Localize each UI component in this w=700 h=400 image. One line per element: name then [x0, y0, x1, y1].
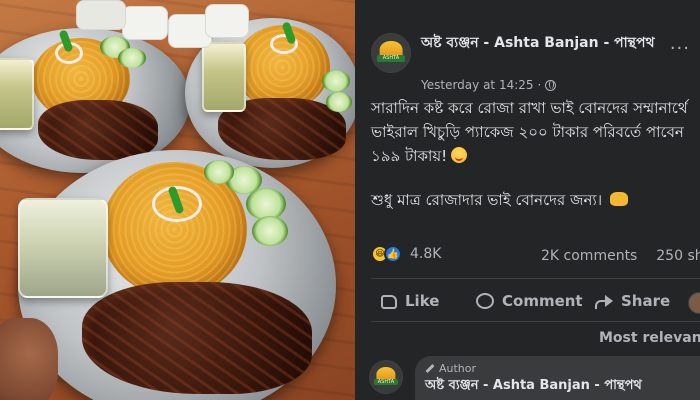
post-stats: 2K comments 250 shares — [541, 248, 700, 264]
post-body-text-2: শুধু মাত্র রোজাদার ভাই বোনদের জন্য। — [371, 191, 603, 209]
page-name[interactable]: অষ্ট ব্যঞ্জন - Ashta Banjan - পান্থপথ — [421, 34, 671, 53]
cucumber-slice — [118, 48, 146, 68]
cucumber-slice — [252, 216, 288, 246]
cucumber-slice — [204, 160, 234, 184]
post-actions: Like Comment Share — [371, 283, 700, 319]
beef-bhuna — [82, 282, 312, 394]
hand — [0, 318, 58, 400]
comment-author-name[interactable]: অষ্ট ব্যঞ্জন - Ashta Banjan - পান্থপথ — [425, 376, 642, 397]
comment-sort-dropdown[interactable]: Most relevant — [599, 330, 700, 346]
post-photo[interactable] — [0, 0, 355, 400]
pen-icon — [425, 363, 435, 374]
reaction-count: 4.8K — [410, 246, 442, 262]
like-label: Like — [405, 292, 440, 310]
page-avatar[interactable]: ASHTA — [371, 33, 411, 73]
like-button[interactable]: Like — [381, 292, 439, 310]
cucumber-slice — [326, 92, 352, 112]
meta-separator: · — [537, 78, 542, 92]
smiling-face-icon — [451, 147, 468, 163]
globe-icon[interactable] — [545, 79, 557, 91]
share-button[interactable]: Share — [595, 292, 670, 310]
logo-text: ASHTA — [373, 378, 399, 385]
praying-hands-icon — [610, 192, 629, 206]
more-icon[interactable]: ··· — [670, 38, 690, 59]
chutney-cup — [122, 6, 168, 40]
comment-button[interactable]: Comment — [476, 292, 583, 310]
author-badge: Author — [425, 362, 476, 375]
lassi-glass — [202, 42, 246, 112]
author-badge-label: Author — [439, 362, 477, 375]
share-count[interactable]: 250 shares — [656, 248, 700, 264]
chutney-cup — [205, 4, 249, 38]
comment-bubble: Author অষ্ট ব্যঞ্জন - Ashta Banjan - পান… — [415, 356, 700, 400]
share-label: Share — [621, 292, 671, 310]
post-body-2: শুধু মাত্র রোজাদার ভাই বোনদের জন্য। — [371, 189, 700, 211]
lassi-glass — [0, 58, 34, 130]
logo-text: ASHTA — [376, 54, 406, 63]
thumb-up-icon — [381, 295, 397, 309]
divider-bottom — [371, 321, 700, 322]
comment-label: Comment — [502, 292, 583, 310]
comment-count[interactable]: 2K comments — [541, 248, 637, 264]
cucumber-slice — [322, 70, 350, 92]
post-body: সারাদিন কষ্ট করে রোজা রাখা ভাই বোনদের সম… — [371, 96, 700, 168]
divider-top — [371, 278, 700, 279]
beef-bhuna — [38, 100, 158, 160]
cucumber-slice — [246, 188, 286, 220]
reaction-summary[interactable]: 😆 👍 4.8K — [371, 245, 441, 263]
post-meta: Yesterday at 14:25 · — [421, 78, 557, 92]
post-timestamp[interactable]: Yesterday at 14:25 — [421, 78, 534, 92]
post-body-text: সারাদিন কষ্ট করে রোজা রাখা ভাই বোনদের সম… — [371, 99, 688, 165]
share-icon — [595, 294, 613, 309]
salad-bowl — [76, 0, 126, 30]
comment-icon — [476, 293, 494, 309]
like-reaction-icon: 👍 — [384, 245, 402, 263]
comment-author-avatar[interactable]: ASHTA — [369, 360, 403, 394]
lassi-glass — [18, 198, 108, 298]
